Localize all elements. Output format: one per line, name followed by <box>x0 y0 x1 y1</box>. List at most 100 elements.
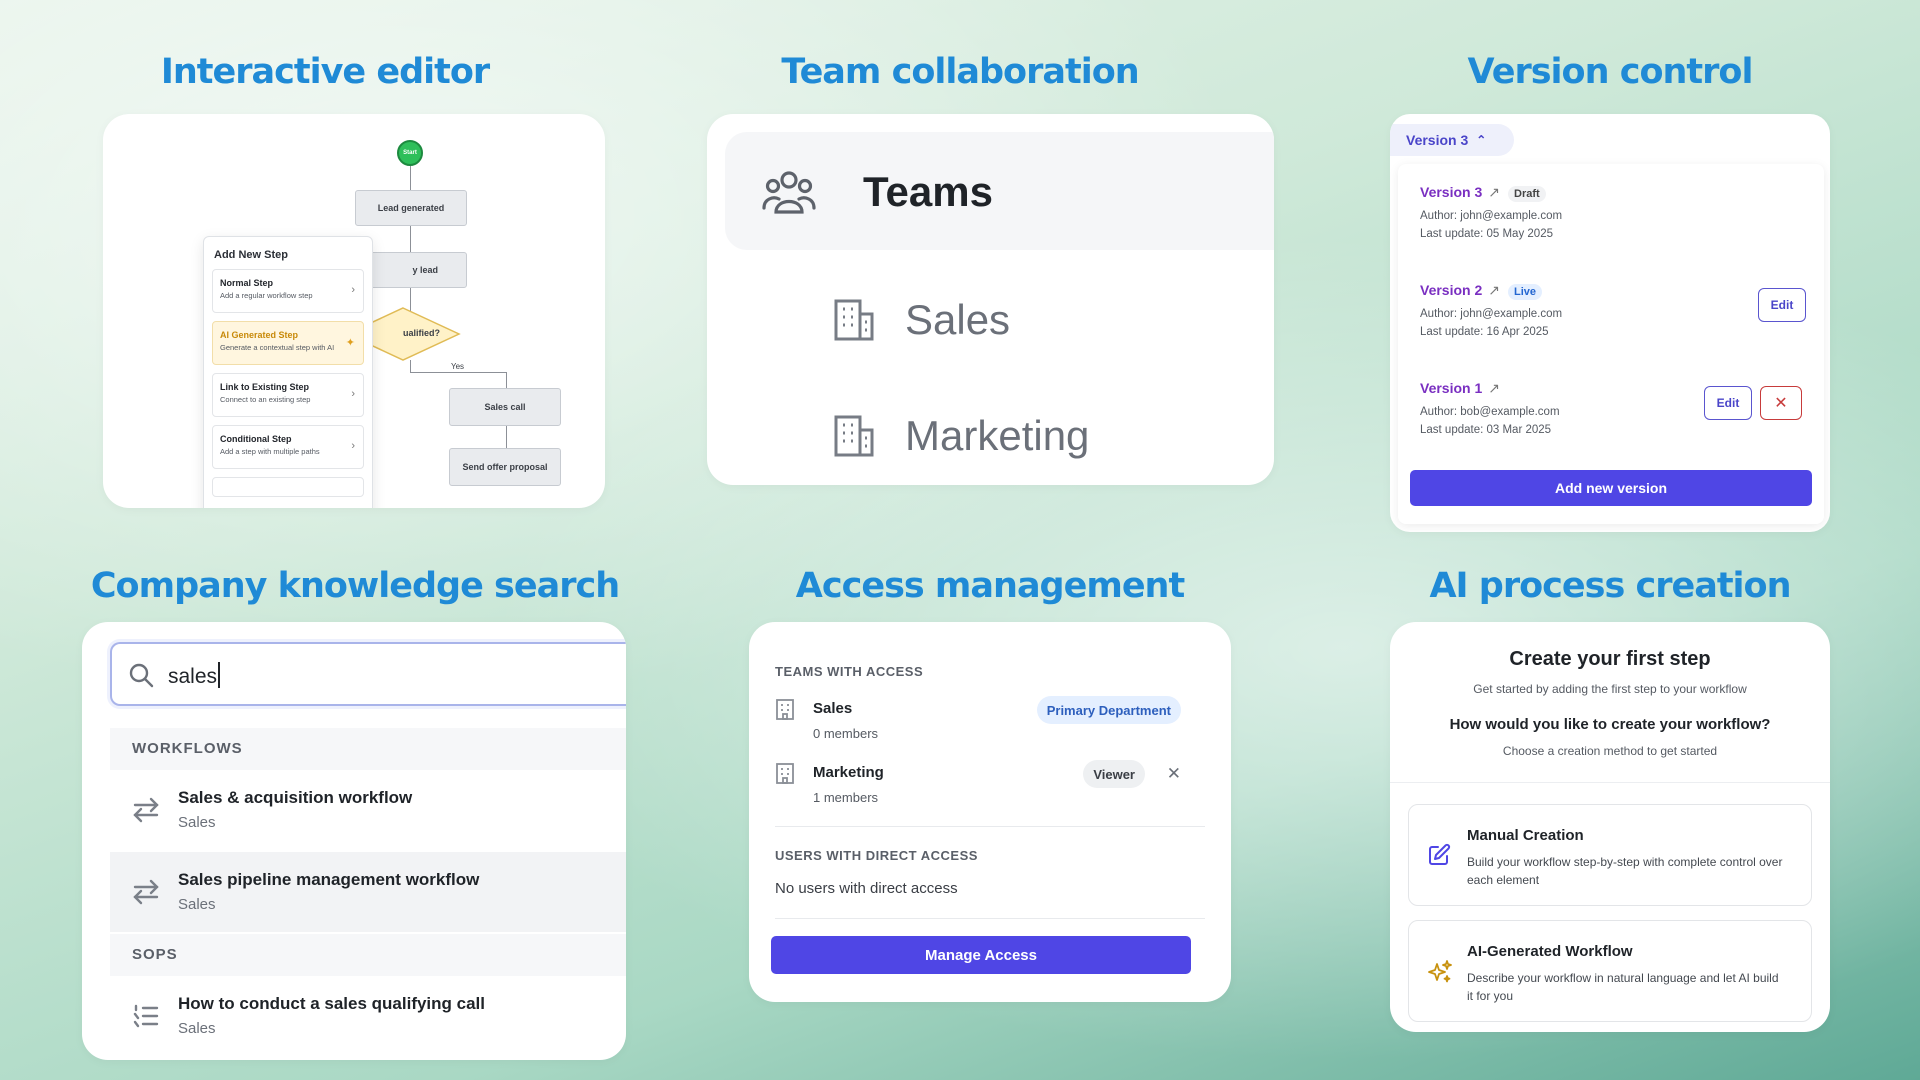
team-item-label: Sales <box>905 296 1011 343</box>
primary-department-badge: Primary Department <box>1036 696 1181 724</box>
chevron-up-icon: ⌃ <box>1476 133 1487 147</box>
version-item-2[interactable]: Version 2 ↗ Live Author: john@example.com … <box>1420 282 1562 341</box>
result-title: Sales & acquisition workflow <box>178 788 413 807</box>
team-card: Teams Sales Marketing <box>707 114 1274 485</box>
heading-interactive-editor: Interactive editor <box>160 52 490 92</box>
start-node[interactable]: Start <box>397 140 423 166</box>
search-input[interactable]: sales <box>110 642 626 706</box>
heading-version-control: Version control <box>1467 52 1754 92</box>
workflow-icon <box>132 878 160 906</box>
editor-card: Start Lead generated y lead ualified? Ye… <box>103 114 605 508</box>
building-icon <box>775 762 795 784</box>
ai-title: Create your first step <box>1509 648 1711 670</box>
team-members: 1 members <box>813 790 879 805</box>
version-card: Version 3 ⌃ Version 3 ↗ Draft Author: john… <box>1390 114 1830 532</box>
manual-creation-option[interactable]: Manual Creation Build your workflow step… <box>1408 804 1812 906</box>
version-item-1[interactable]: Version 1 ↗ Author: bob@example.com Last … <box>1420 380 1560 439</box>
team-item-marketing[interactable]: Marketing <box>833 406 1253 466</box>
external-link-icon[interactable]: ↗ <box>1488 282 1500 299</box>
option-conditional-step[interactable]: Conditional Step Add a step with multipl… <box>212 425 364 469</box>
add-step-panel: Add New Step Normal Step Add a regular w… <box>203 236 373 508</box>
building-icon <box>833 298 875 342</box>
users-access-header: USERS WITH DIRECT ACCESS <box>775 848 978 863</box>
version-name: Version 1 <box>1420 380 1483 396</box>
option-more[interactable] <box>212 477 364 497</box>
search-result[interactable]: Sales pipeline management workflow Sales <box>110 852 626 932</box>
text-caret <box>218 662 221 688</box>
version-name: Version 3 <box>1420 184 1483 200</box>
status-badge: Draft <box>1508 186 1546 202</box>
option-ai-step[interactable]: AI Generated Step Generate a contextual … <box>212 321 364 365</box>
result-subtitle: Sales <box>178 1020 216 1037</box>
version-selector-label: Version 3 <box>1406 132 1469 148</box>
divider <box>775 918 1205 919</box>
users-icon <box>761 168 817 218</box>
chevron-right-icon: › <box>351 388 355 400</box>
external-link-icon[interactable]: ↗ <box>1488 380 1500 397</box>
teams-access-header: TEAMS WITH ACCESS <box>775 664 924 679</box>
option-desc: Generate a contextual step with AI <box>220 343 335 352</box>
external-link-icon[interactable]: ↗ <box>1488 184 1500 201</box>
version-name: Version 2 <box>1420 282 1483 298</box>
ai-generated-option[interactable]: AI-Generated Workflow Describe your work… <box>1408 920 1812 1022</box>
version-updated: Last update: 03 Mar 2025 <box>1420 424 1552 436</box>
yes-label: Yes <box>451 362 465 371</box>
option-link-step[interactable]: Link to Existing Step Connect to an exis… <box>212 373 364 417</box>
option-title: Conditional Step <box>220 434 292 444</box>
add-version-button[interactable]: Add new version <box>1410 470 1812 506</box>
remove-team-icon[interactable]: ✕ <box>1167 764 1181 784</box>
option-normal-step[interactable]: Normal Step Add a regular workflow step … <box>212 269 364 313</box>
access-team-row[interactable]: Marketing 1 members Viewer ✕ <box>775 760 1205 810</box>
result-title: How to conduct a sales qualifying call <box>178 994 486 1013</box>
option-title: AI Generated Step <box>220 330 299 340</box>
version-selector[interactable]: Version 3 ⌃ <box>1390 124 1514 156</box>
ai-subtitle: Get started by adding the first step to … <box>1473 682 1747 696</box>
manage-access-button[interactable]: Manage Access <box>771 936 1191 974</box>
close-icon: ✕ <box>1774 395 1788 412</box>
heading-ai-process-creation: AI process creation <box>1429 566 1791 606</box>
search-result[interactable]: Sales & acquisition workflow Sales <box>110 770 626 850</box>
delete-version-1-button[interactable]: ✕ <box>1760 386 1802 420</box>
edit-version-1-button[interactable]: Edit <box>1704 386 1752 420</box>
option-desc: Add a regular workflow step <box>220 291 313 300</box>
result-subtitle: Sales <box>178 896 216 913</box>
add-step-title: Add New Step <box>214 249 288 261</box>
heading-team-collaboration: Team collaboration <box>781 52 1139 92</box>
sparkle-icon: ✦ <box>345 337 355 349</box>
chevron-right-icon: › <box>351 440 355 452</box>
version-updated: Last update: 16 Apr 2025 <box>1420 326 1549 338</box>
option-title: AI-Generated Workflow <box>1467 943 1633 960</box>
version-updated: Last update: 05 May 2025 <box>1420 228 1553 240</box>
divider <box>1390 782 1830 783</box>
sparkle-icon <box>1427 959 1453 985</box>
no-users-text: No users with direct access <box>775 880 958 897</box>
option-desc: Connect to an existing step <box>220 395 311 404</box>
version-author: Author: john@example.com <box>1420 210 1563 222</box>
version-item-3[interactable]: Version 3 ↗ Draft Author: john@example.com… <box>1420 184 1562 243</box>
search-result[interactable]: How to conduct a sales qualifying call S… <box>110 976 626 1056</box>
option-title: Manual Creation <box>1467 827 1584 844</box>
access-card: TEAMS WITH ACCESS Sales 0 members Primar… <box>749 622 1231 1002</box>
node-lead-generated[interactable]: Lead generated <box>355 190 467 226</box>
option-desc: Build your workflow step-by-step with co… <box>1467 855 1783 887</box>
team-name: Sales <box>813 700 853 717</box>
team-item-label: Marketing <box>905 412 1090 459</box>
team-item-sales[interactable]: Sales <box>833 290 1253 350</box>
option-title: Link to Existing Step <box>220 382 310 392</box>
node-qualify-lead-label: y lead <box>412 265 438 275</box>
decision-node-label: ualified? <box>403 328 441 338</box>
team-members: 0 members <box>813 726 879 741</box>
ai-hint: Choose a creation method to get started <box>1502 744 1718 758</box>
node-send-offer[interactable]: Send offer proposal <box>449 448 561 486</box>
access-team-row[interactable]: Sales 0 members Primary Department <box>775 696 1205 746</box>
ai-card: Create your first step Get started by ad… <box>1390 622 1830 1032</box>
role-select[interactable]: Viewer <box>1083 760 1145 788</box>
node-sales-call[interactable]: Sales call <box>449 388 561 426</box>
status-badge: Live <box>1508 284 1543 300</box>
teams-row[interactable]: Teams <box>725 132 1274 250</box>
result-title: Sales pipeline management workflow <box>178 870 480 889</box>
workflow-icon <box>132 796 160 824</box>
search-card: sales WORKFLOWS Sales & acquisition work… <box>82 622 626 1060</box>
edit-version-2-button[interactable]: Edit <box>1758 288 1806 322</box>
teams-label: Teams <box>863 168 993 215</box>
